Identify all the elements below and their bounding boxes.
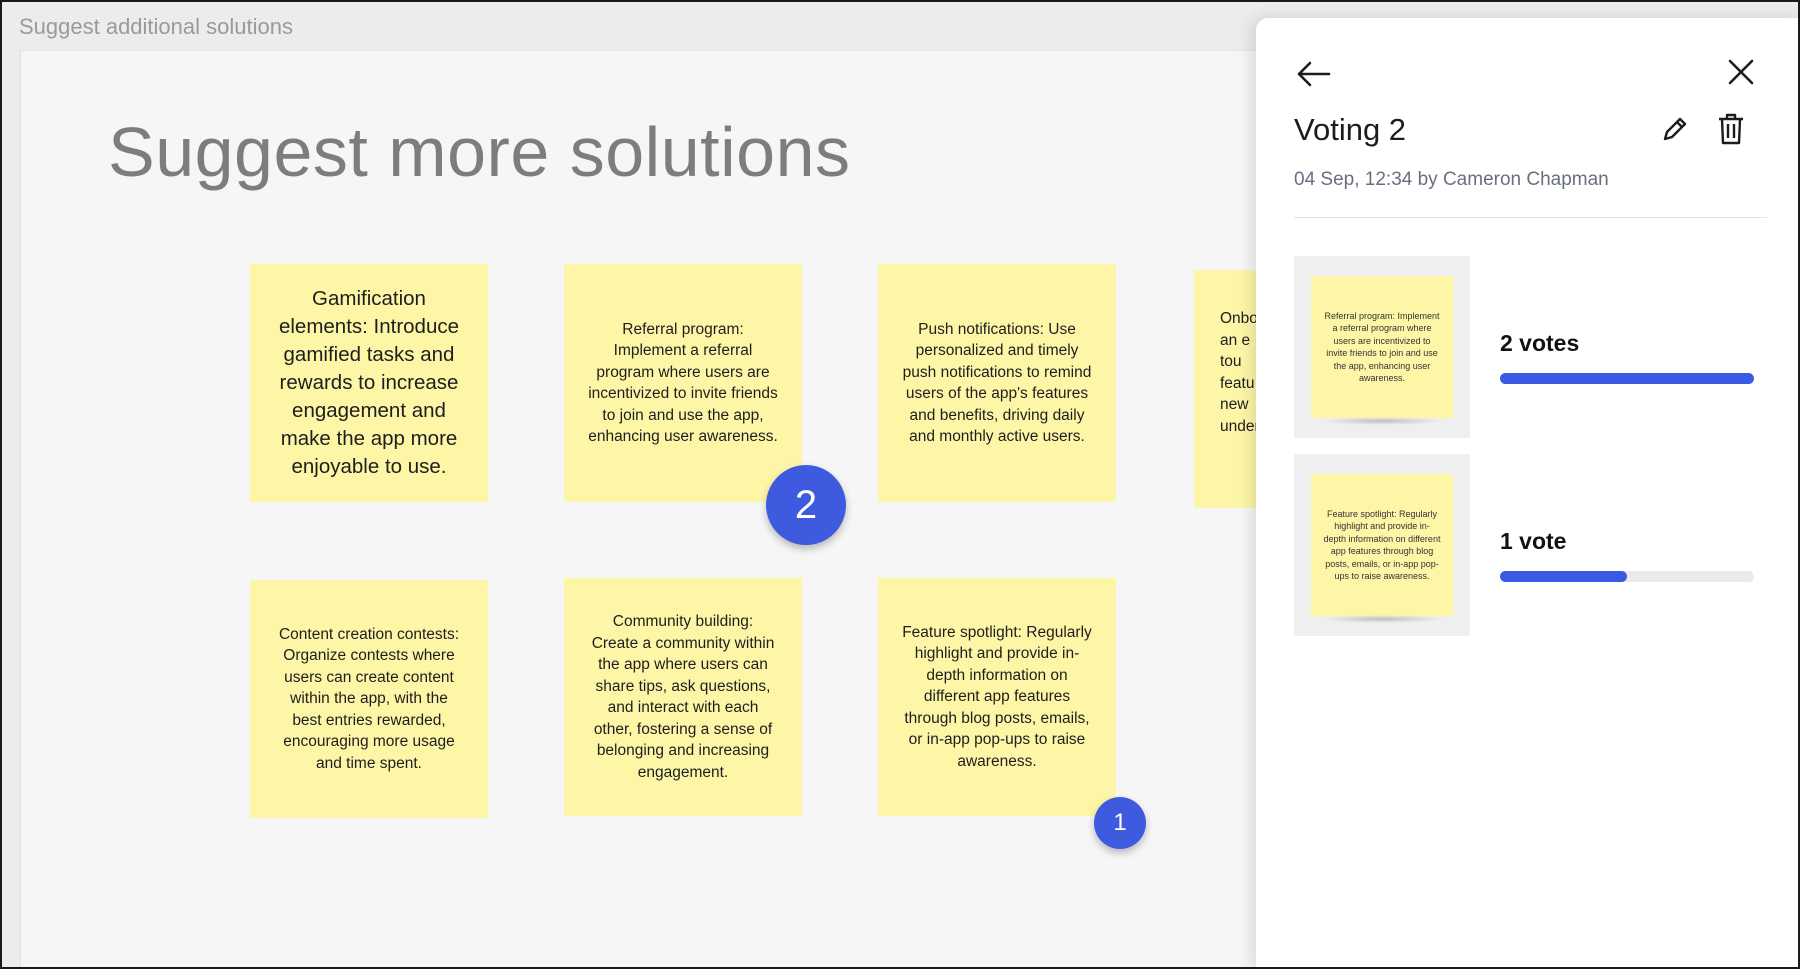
sticky-note-text: Push notifications: Use personalized and… [902,320,1092,446]
vote-result-row[interactable]: Feature spotlight: Regularly highlight a… [1294,454,1767,636]
sticky-note-push-notifications[interactable]: Push notifications: Use personalized and… [878,264,1116,514]
sticky-note-text: Referral program: Implement a referral p… [588,320,778,446]
sticky-note-content-contests[interactable]: Content creation contests: Organize cont… [250,580,488,830]
vote-count-badge: 2 [766,465,846,545]
vote-result-row[interactable]: Referral program: Implement a referral p… [1294,256,1767,438]
sticky-note-community[interactable]: Community building: Create a community w… [564,578,802,828]
voting-title: Voting 2 [1294,112,1407,147]
close-icon[interactable] [1721,52,1761,92]
thumbnail-note: Referral program: Implement a referral p… [1311,276,1453,425]
frame-title: Suggest additional solutions [19,14,293,39]
vote-count-badge: 1 [1094,797,1146,849]
thumbnail-note-text: Feature spotlight: Regularly highlight a… [1323,508,1441,582]
trash-icon[interactable] [1712,110,1750,148]
divider [1294,217,1767,218]
vote-count-label: 2 votes [1500,330,1580,356]
thumbnail-note: Feature spotlight: Regularly highlight a… [1311,474,1453,623]
result-thumbnail: Referral program: Implement a referral p… [1294,256,1470,438]
result-thumbnail: Feature spotlight: Regularly highlight a… [1294,454,1470,636]
arrow-left-icon[interactable] [1294,54,1334,94]
sticky-note-text: Onbo an e tou featu new under [1220,310,1260,435]
vote-progress-bar [1500,571,1754,582]
vote-progress-bar [1500,373,1754,384]
app-frame: Suggest additional solutions Suggest mor… [0,0,1800,969]
sticky-note-text: Feature spotlight: Regularly highlight a… [902,623,1092,770]
vote-progress-fill [1500,373,1754,384]
sticky-note-text: Content creation contests: Organize cont… [278,625,460,772]
pencil-icon[interactable] [1656,110,1694,148]
voting-meta: 04 Sep, 12:34 by Cameron Chapman [1294,169,1609,190]
sticky-note-gamification[interactable]: Gamification elements: Introduce gamifie… [250,264,488,514]
sticky-note-feature-spotlight[interactable]: Feature spotlight: Regularly highlight a… [878,578,1116,828]
board-heading[interactable]: Suggest more solutions [108,112,851,192]
sticky-note-referral[interactable]: Referral program: Implement a referral p… [564,264,802,514]
sticky-note-text: Community building: Create a community w… [591,613,775,781]
thumbnail-note-text: Referral program: Implement a referral p… [1324,310,1440,384]
vote-progress-fill [1500,571,1627,582]
vote-count-label: 1 vote [1500,528,1567,554]
voting-results-panel: Voting 2 04 Sep, 12:34 by Cameron Chapma… [1256,18,1798,967]
sticky-note-text: Gamification elements: Introduce gamifie… [278,287,460,478]
